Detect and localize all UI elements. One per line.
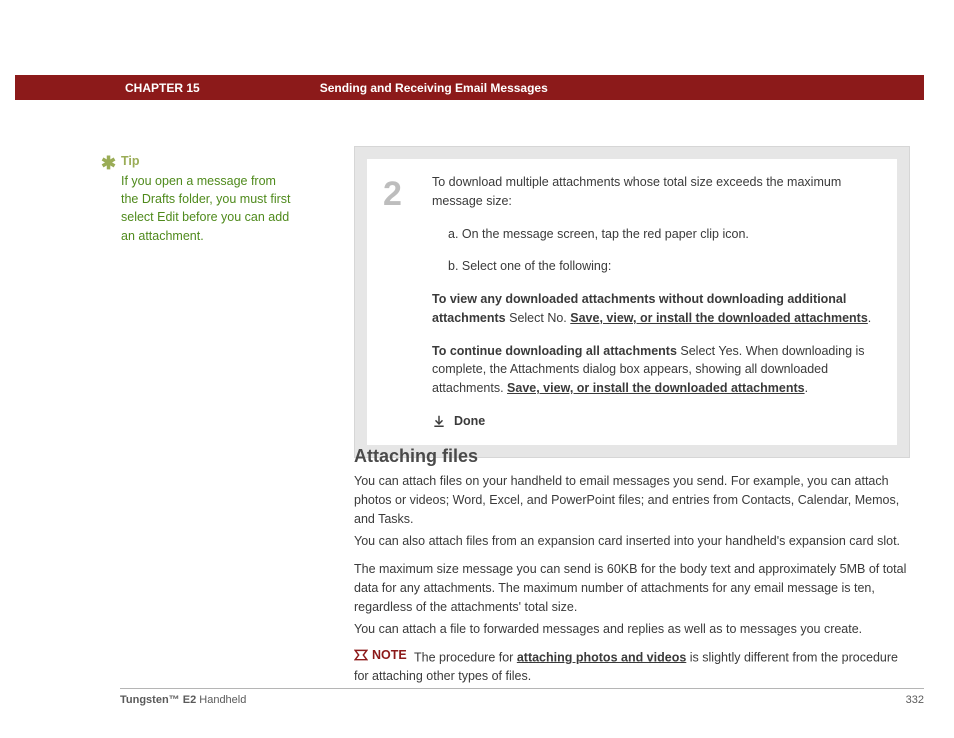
section-title: Attaching files [354,446,478,467]
footer-product-bold: Tungsten™ E2 [120,694,196,706]
note-label: NOTE [372,646,407,665]
step-option-1: To view any downloaded attachments witho… [432,290,877,328]
para-2: You can also attach files from an expans… [354,532,910,551]
option1-link[interactable]: Save, view, or install the downloaded at… [570,311,868,325]
done-label: Done [454,412,485,431]
note-row: NOTE The procedure for attaching photos … [354,646,910,686]
step-number: 2 [377,173,432,431]
step-intro: To download multiple attachments whose t… [432,173,877,211]
step-sub-b: b. Select one of the following: [448,257,877,276]
asterisk-icon: ✱ [101,150,116,176]
note-link[interactable]: attaching photos and videos [517,650,686,664]
option1-text: Select No. [506,311,571,325]
para-3: The maximum size message you can send is… [354,560,910,616]
step-content: To download multiple attachments whose t… [432,173,877,431]
note-pre: The procedure for [414,650,517,664]
chapter-title: Sending and Receiving Email Messages [320,81,548,95]
option2-link[interactable]: Save, view, or install the downloaded at… [507,381,805,395]
tip-body: If you open a message from the Drafts fo… [121,172,296,245]
para-4: You can attach a file to forwarded messa… [354,620,910,639]
note-icon: NOTE [354,646,407,665]
chapter-number: CHAPTER 15 [125,81,200,95]
download-done-icon [432,414,446,428]
step-sub-a: a. On the message screen, tap the red pa… [448,225,877,244]
chapter-header: CHAPTER 15 Sending and Receiving Email M… [15,75,924,100]
step-option-2: To continue downloading all attachments … [432,342,877,398]
done-row: Done [432,412,877,431]
tip-callout: ✱ Tip If you open a message from the Dra… [101,152,296,245]
footer-rule [120,688,924,689]
para-1: You can attach files on your handheld to… [354,472,910,528]
option2-lead: To continue downloading all attachments [432,344,677,358]
step-inner: 2 To download multiple attachments whose… [367,159,897,445]
footer-product-rest: Handheld [196,694,246,706]
tip-heading: Tip [121,152,296,170]
page-number: 332 [906,694,924,706]
footer-product: Tungsten™ E2 Handheld [120,694,246,706]
step-card: 2 To download multiple attachments whose… [354,146,910,458]
